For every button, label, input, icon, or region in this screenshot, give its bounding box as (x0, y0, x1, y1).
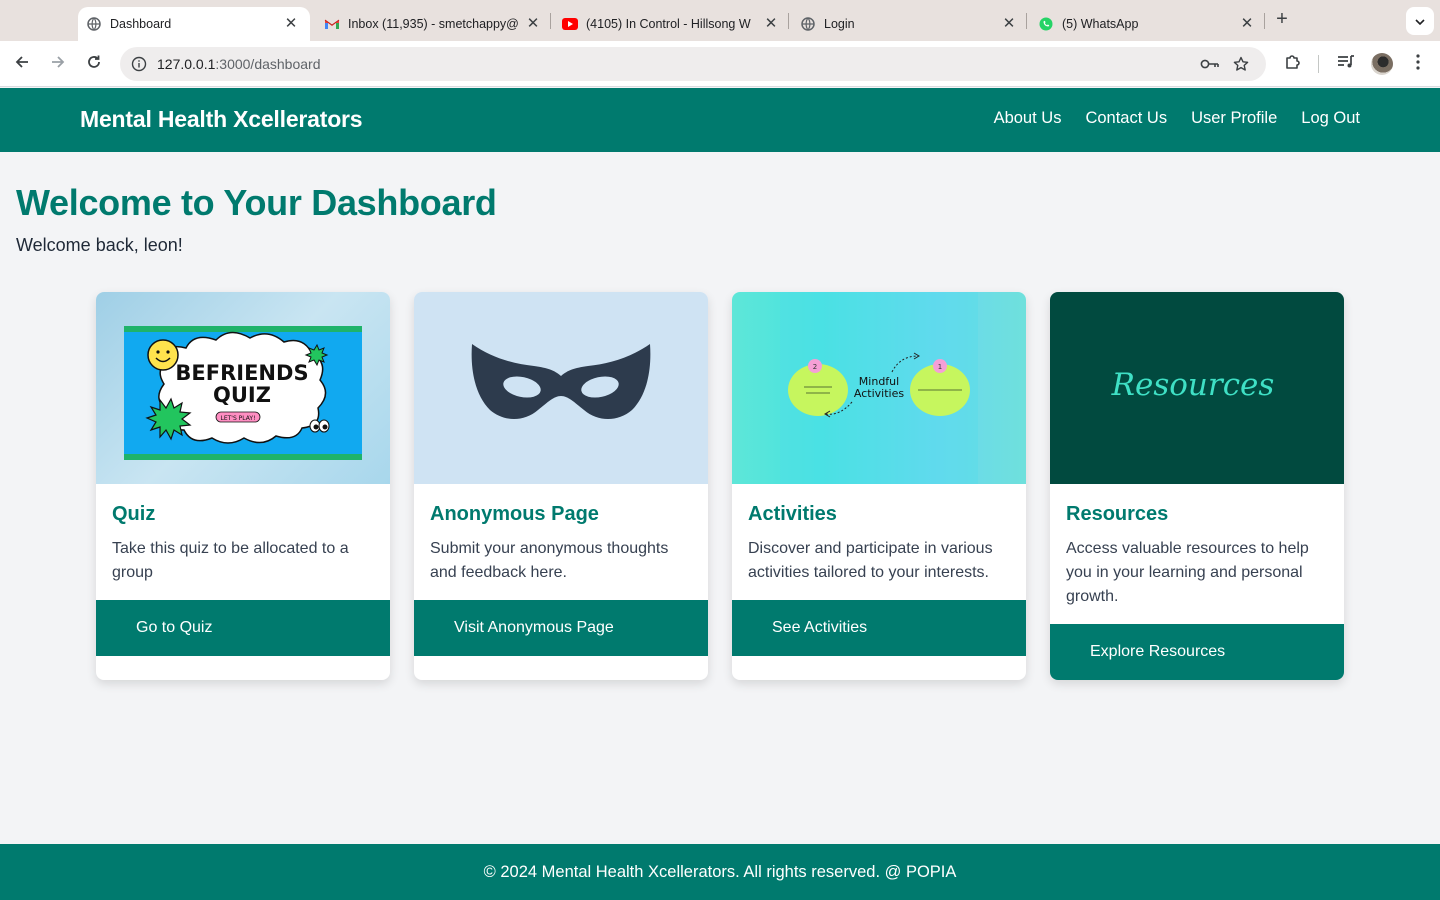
tab-separator (1264, 13, 1265, 29)
page-title: Welcome to Your Dashboard (16, 182, 497, 223)
url-path: :3000/dashboard (215, 56, 321, 72)
tab-title: Inbox (11,935) - smetchappy@ (348, 17, 519, 31)
new-tab-button[interactable]: + (1272, 9, 1292, 30)
browser-tab-dashboard[interactable]: Dashboard ✕ (78, 7, 310, 41)
extensions-button[interactable] (1282, 53, 1304, 75)
tab-separator (788, 13, 789, 29)
queue-music-icon (1337, 54, 1355, 75)
explore-resources-button[interactable]: Explore Resources (1050, 624, 1344, 680)
browser-tab-youtube[interactable]: (4105) In Control - Hillsong W ✕ (554, 7, 790, 41)
mask-icon (471, 344, 651, 419)
welcome-message: Welcome back, leon! (16, 235, 183, 255)
quiz-card: BEFRIENDS QUIZ LET'S PLAY! Quiz Take thi… (96, 292, 390, 680)
main-nav: About Us Contact Us User Profile Log Out (994, 109, 1360, 128)
address-bar[interactable]: 127.0.0.1:3000/dashboard (120, 47, 1266, 81)
nav-about-us[interactable]: About Us (994, 109, 1062, 128)
globe-icon (800, 16, 816, 32)
resources-card-title: Resources (1066, 503, 1169, 525)
bookmark-star-icon[interactable] (1230, 54, 1252, 74)
tab-title: (4105) In Control - Hillsong W (586, 17, 751, 31)
toolbar-divider (1318, 55, 1319, 73)
close-icon[interactable]: ✕ (282, 15, 300, 33)
see-activities-button[interactable]: See Activities (732, 600, 1026, 656)
quiz-card-title: Quiz (112, 503, 156, 525)
media-controls-button[interactable] (1335, 53, 1357, 75)
tab-separator (1026, 13, 1027, 29)
quiz-card-description: Take this quiz to be allocated to a grou… (112, 540, 349, 581)
forward-button[interactable] (47, 53, 69, 75)
tab-separator (550, 13, 551, 29)
visit-anonymous-page-button[interactable]: Visit Anonymous Page (414, 600, 708, 656)
close-icon[interactable]: ✕ (524, 15, 542, 33)
site-footer: © 2024 Mental Health Xcellerators. All r… (0, 844, 1440, 900)
profile-avatar[interactable] (1371, 53, 1393, 75)
anonymous-card-image (414, 292, 708, 484)
close-icon[interactable]: ✕ (1238, 15, 1256, 33)
back-button[interactable] (11, 53, 33, 75)
activities-card-description: Discover and participate in various acti… (748, 540, 993, 581)
globe-icon (86, 16, 102, 32)
browser-tab-login[interactable]: Login ✕ (792, 7, 1028, 41)
anonymous-page-card: Anonymous Page Submit your anonymous tho… (414, 292, 708, 680)
activities-badge-left: 2 (813, 363, 817, 371)
quiz-banner-line1: BEFRIENDS (175, 361, 308, 385)
reload-icon (86, 54, 102, 75)
resources-banner: Resources (1111, 367, 1275, 403)
anonymous-card-description: Submit your anonymous thoughts and feedb… (430, 540, 669, 581)
nav-user-profile[interactable]: User Profile (1191, 109, 1277, 128)
back-arrow-icon (14, 54, 30, 75)
activities-image-line2: Activities (854, 387, 904, 400)
whatsapp-icon (1038, 16, 1054, 32)
puzzle-icon (1284, 53, 1302, 76)
go-to-quiz-button[interactable]: Go to Quiz (96, 600, 390, 656)
browser-tab-whatsapp[interactable]: (5) WhatsApp ✕ (1030, 7, 1266, 41)
quiz-banner-illustration: BEFRIENDS QUIZ LET'S PLAY! (124, 326, 362, 460)
url-text: 127.0.0.1:3000/dashboard (157, 56, 320, 72)
quiz-card-image: BEFRIENDS QUIZ LET'S PLAY! (96, 292, 390, 484)
tab-title: Login (824, 17, 855, 31)
quiz-banner-tag: LET'S PLAY! (221, 415, 256, 422)
site-header: Mental Health Xcellerators About Us Cont… (0, 88, 1440, 152)
resources-card-image: Resources (1050, 292, 1344, 484)
activities-card: 2 1 Mindful Activities Activities Discov… (732, 292, 1026, 680)
site-info-icon[interactable] (128, 53, 150, 75)
gmail-icon (324, 16, 340, 32)
tab-search-button[interactable] (1406, 7, 1434, 35)
kebab-menu-icon (1416, 53, 1420, 75)
reload-button[interactable] (83, 53, 105, 75)
password-key-icon[interactable] (1199, 54, 1221, 74)
activities-illustration: 2 1 Mindful Activities (780, 292, 978, 484)
youtube-icon (562, 16, 578, 32)
activities-card-image: 2 1 Mindful Activities (732, 292, 1026, 484)
nav-log-out[interactable]: Log Out (1301, 109, 1360, 128)
browser-menu-button[interactable] (1407, 53, 1429, 75)
brand-logo-text[interactable]: Mental Health Xcellerators (80, 106, 363, 133)
tab-title: Dashboard (110, 17, 172, 31)
url-host: 127.0.0.1 (157, 56, 216, 72)
close-icon[interactable]: ✕ (1000, 15, 1018, 33)
resources-card: Resources Resources Access valuable reso… (1050, 292, 1344, 680)
quiz-banner-line2: QUIZ (213, 383, 271, 407)
browser-tab-bar: Dashboard ✕ Inbox (11,935) - smetchappy@… (0, 0, 1440, 41)
chevron-down-icon (1415, 12, 1425, 30)
footer-copyright: © 2024 Mental Health Xcellerators. All r… (483, 863, 957, 881)
tab-title: (5) WhatsApp (1062, 17, 1139, 31)
activities-badge-right: 1 (938, 363, 942, 371)
browser-toolbar: 127.0.0.1:3000/dashboard (0, 41, 1440, 87)
nav-contact-us[interactable]: Contact Us (1085, 109, 1167, 128)
browser-tab-gmail[interactable]: Inbox (11,935) - smetchappy@ ✕ (316, 7, 552, 41)
forward-arrow-icon (50, 54, 66, 75)
anonymous-card-title: Anonymous Page (430, 503, 599, 525)
resources-banner-text: Resources (1111, 367, 1275, 403)
resources-card-description: Access valuable resources to help you in… (1066, 540, 1309, 605)
close-icon[interactable]: ✕ (762, 15, 780, 33)
activities-card-title: Activities (748, 503, 837, 525)
